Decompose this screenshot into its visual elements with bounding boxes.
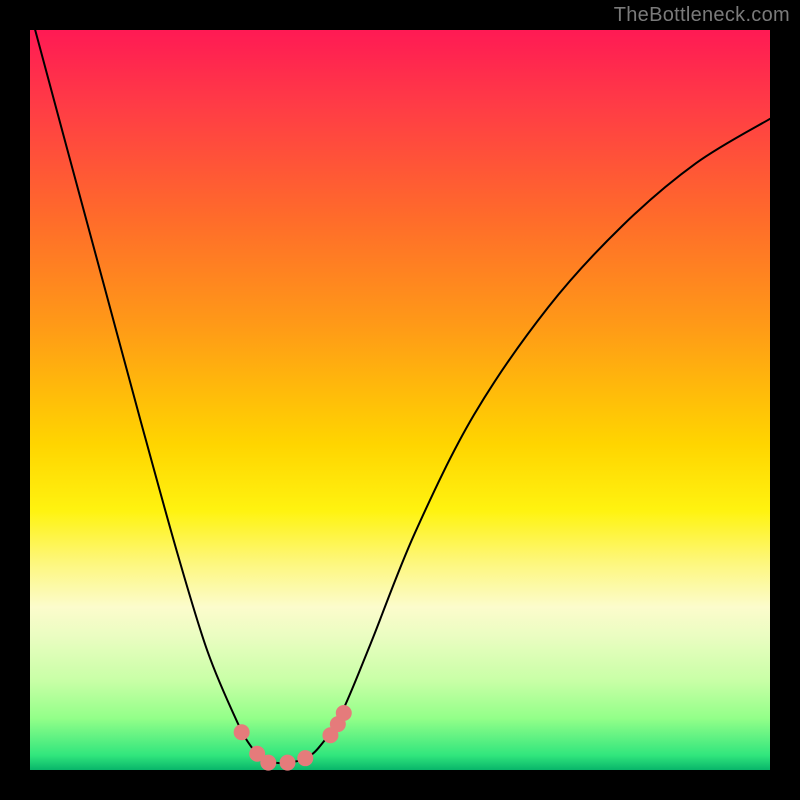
bottleneck-curve <box>35 30 770 763</box>
highlight-dot <box>234 724 250 740</box>
chart-stage: TheBottleneck.com <box>0 0 800 800</box>
watermark-text: TheBottleneck.com <box>614 4 790 27</box>
highlight-dots-group <box>234 705 352 771</box>
highlight-dot <box>260 755 276 771</box>
highlight-dot <box>280 755 296 771</box>
highlight-dot <box>336 705 352 721</box>
chart-overlay <box>30 30 770 770</box>
highlight-dot <box>297 750 313 766</box>
